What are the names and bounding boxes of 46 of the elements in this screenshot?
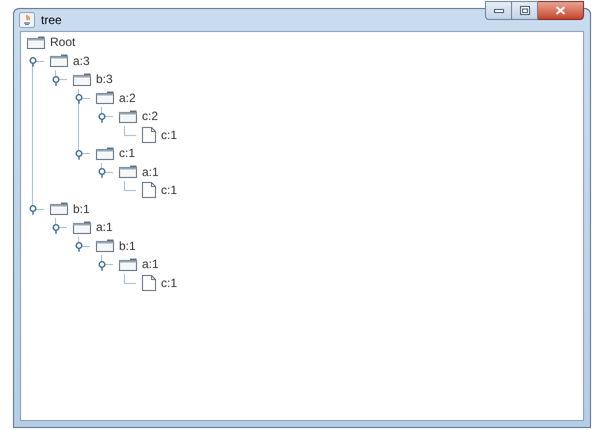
window-title: tree: [41, 12, 62, 29]
folder-icon: [119, 110, 137, 123]
close-button[interactable]: [538, 1, 584, 20]
node-label[interactable]: c:1: [161, 184, 178, 196]
expand-handle[interactable]: [52, 224, 60, 234]
node-label[interactable]: c:2: [142, 110, 158, 122]
folder-icon: [96, 239, 114, 252]
folder-icon: [119, 258, 137, 271]
expand-handle[interactable]: [52, 76, 60, 86]
node-label[interactable]: c:1: [161, 128, 178, 141]
node-label[interactable]: a:1: [142, 166, 159, 178]
maximize-icon: [520, 6, 530, 15]
expand-handle[interactable]: [98, 112, 106, 123]
expand-handle[interactable]: [28, 205, 36, 216]
minimize-icon: [494, 8, 504, 12]
expand-handle[interactable]: [98, 260, 106, 271]
node-label[interactable]: a:3: [73, 54, 90, 67]
folder-icon: [73, 220, 91, 234]
maximize-button[interactable]: [512, 1, 538, 20]
node-label[interactable]: b:1: [73, 202, 90, 215]
file-icon: [142, 182, 156, 198]
node-label[interactable]: b:3: [96, 73, 113, 86]
node-label[interactable]: a:2: [119, 92, 136, 104]
expand-handle[interactable]: [74, 150, 82, 160]
folder-icon: [27, 36, 45, 49]
expand-handle[interactable]: [74, 94, 82, 104]
folder-icon: [96, 91, 114, 104]
expand-handle[interactable]: [74, 242, 82, 252]
expand-handle[interactable]: [28, 57, 36, 68]
close-icon: [555, 6, 566, 15]
node-label[interactable]: a:1: [142, 258, 159, 270]
minimize-button[interactable]: [485, 1, 512, 20]
folder-icon: [119, 165, 137, 178]
node-label[interactable]: a:1: [96, 221, 113, 234]
folder-icon: [96, 146, 114, 160]
node-label[interactable]: b:1: [119, 240, 136, 252]
node-label[interactable]: c:1: [161, 276, 178, 289]
file-icon: [142, 126, 156, 143]
java-icon: [19, 12, 35, 28]
folder-icon: [73, 72, 91, 86]
folder-icon: [50, 202, 68, 216]
folder-icon: [50, 54, 68, 68]
file-icon: [142, 274, 156, 291]
node-label[interactable]: Root: [50, 36, 76, 48]
node-label[interactable]: c:1: [119, 147, 136, 160]
expand-handle[interactable]: [98, 168, 106, 178]
